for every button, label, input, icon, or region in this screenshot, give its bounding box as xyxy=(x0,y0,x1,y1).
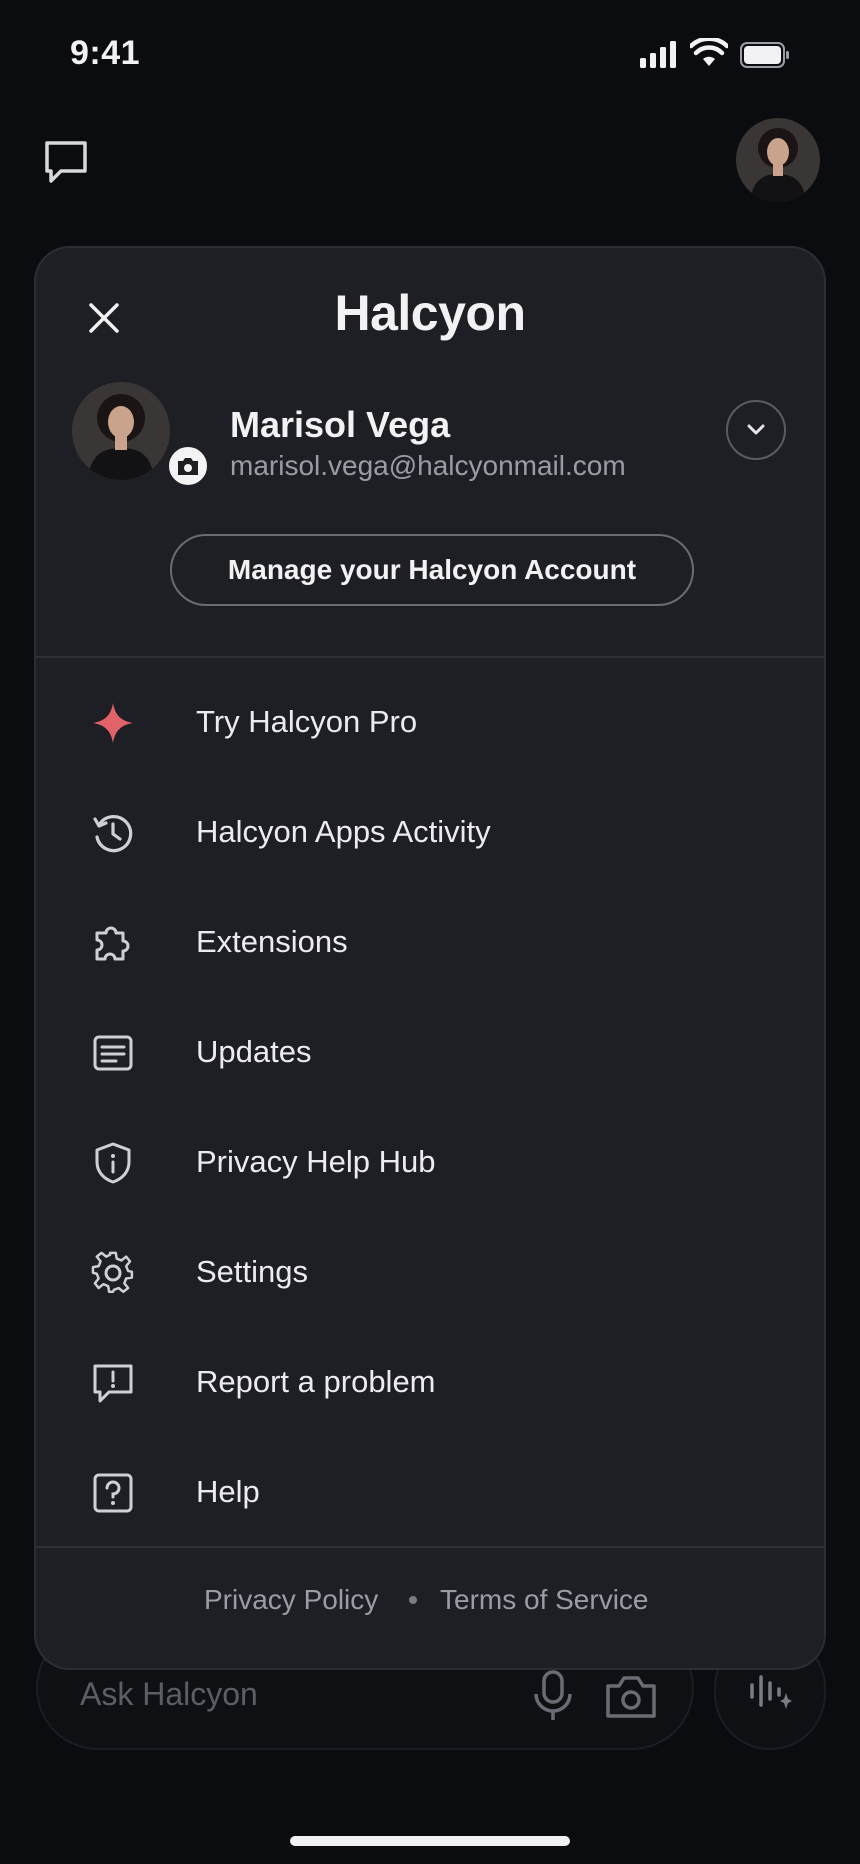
menu-item-try-pro[interactable]: Try Halcyon Pro xyxy=(36,668,824,778)
avatar-photo xyxy=(72,382,170,480)
menu-item-apps-activity[interactable]: Halcyon Apps Activity xyxy=(36,778,824,888)
menu-item-label: Try Halcyon Pro xyxy=(196,704,418,739)
sparkle-icon xyxy=(88,698,138,748)
menu-item-label: Report a problem xyxy=(196,1364,436,1399)
history-icon xyxy=(88,808,138,858)
battery-icon xyxy=(740,42,789,68)
report-icon xyxy=(88,1358,138,1408)
microphone-icon[interactable] xyxy=(528,1668,578,1722)
chevron-down-icon xyxy=(747,424,765,435)
divider xyxy=(36,656,824,658)
help-icon xyxy=(88,1468,138,1518)
puzzle-icon xyxy=(88,918,138,968)
brand-title: Halcyon xyxy=(334,285,526,341)
camera-icon[interactable] xyxy=(604,1672,658,1720)
change-photo-button[interactable] xyxy=(166,444,210,488)
account-email: marisol.vega@halcyonmail.com xyxy=(230,450,626,481)
account-switcher-button[interactable] xyxy=(726,400,786,460)
home-indicator[interactable] xyxy=(290,1836,570,1846)
menu-item-extensions[interactable]: Extensions xyxy=(36,888,824,998)
legal-footer: Privacy Policy Terms of Service xyxy=(36,1568,824,1638)
menu-item-updates[interactable]: Updates xyxy=(36,998,824,1108)
separator-dot xyxy=(409,1596,417,1604)
manage-account-button[interactable]: Manage your Halcyon Account xyxy=(170,534,694,606)
account-avatar[interactable] xyxy=(72,382,170,480)
menu-item-label: Updates xyxy=(196,1034,312,1069)
terms-of-service-link[interactable]: Terms of Service xyxy=(440,1584,649,1616)
camera-icon xyxy=(178,458,198,475)
status-time: 9:41 xyxy=(70,34,141,72)
avatar-photo xyxy=(736,118,820,202)
privacy-policy-link[interactable]: Privacy Policy xyxy=(204,1584,378,1616)
account-name: Marisol Vega xyxy=(230,404,451,445)
status-bar: 9:41 xyxy=(0,0,860,110)
account-card: Marisol Vega marisol.vega@halcyonmail.co… xyxy=(72,382,792,492)
account-menu-sheet: Halcyon Marisol Vega marisol.vega@halcyo… xyxy=(34,246,826,1670)
voice-waveform-icon xyxy=(750,1675,792,1709)
menu-item-label: Halcyon Apps Activity xyxy=(196,814,491,849)
ask-input-placeholder[interactable]: Ask Halcyon xyxy=(80,1676,258,1713)
shield-info-icon xyxy=(88,1138,138,1188)
signal-icon xyxy=(640,41,676,68)
menu-item-help[interactable]: Help xyxy=(36,1438,824,1548)
menu-item-label: Settings xyxy=(196,1254,309,1289)
menu-item-label: Privacy Help Hub xyxy=(196,1144,436,1179)
divider xyxy=(36,1546,824,1548)
gear-icon xyxy=(88,1248,138,1298)
menu-item-report-problem[interactable]: Report a problem xyxy=(36,1328,824,1438)
new-chat-button[interactable] xyxy=(38,134,94,190)
menu-item-label: Help xyxy=(196,1474,260,1509)
updates-icon xyxy=(88,1028,138,1078)
wifi-icon xyxy=(690,38,728,66)
chat-bubble-icon xyxy=(45,141,87,183)
profile-avatar[interactable] xyxy=(736,118,820,202)
menu-item-privacy-hub[interactable]: Privacy Help Hub xyxy=(36,1108,824,1218)
menu-item-settings[interactable]: Settings xyxy=(36,1218,824,1328)
menu-item-label: Extensions xyxy=(196,924,348,959)
